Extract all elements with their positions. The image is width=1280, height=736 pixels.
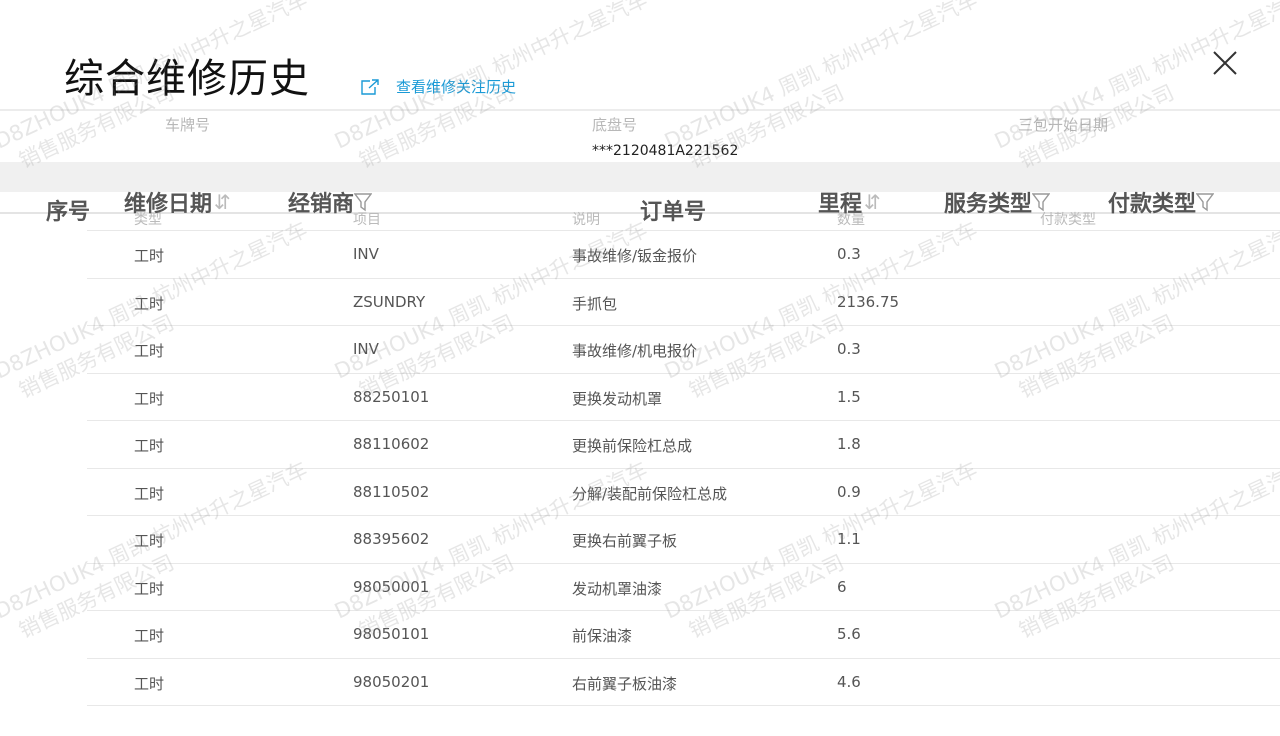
row-qty: 0.9 (837, 482, 861, 501)
view-follow-history-label[interactable]: 查看维修关注历史 (396, 76, 516, 97)
row-qty: 0.3 (837, 245, 861, 263)
watermark-text: D8ZHOUK4 周凯 杭州中升之星汽车 销售服务有限公司 (990, 0, 1280, 174)
table-row-partial (87, 705, 1280, 736)
row-qty: 1.1 (837, 530, 861, 548)
column-header-mileage[interactable]: 里程 ⇵ (818, 186, 881, 218)
repair-detail-table: 工时 INV 事故维修/钣金报价 0.3 工时 ZSUNDRY 手抓包 2136… (87, 230, 1280, 736)
column-header-order-number: 订单号 (640, 194, 706, 226)
table-row: 工时 98050001 发动机罩油漆 6 (87, 562, 1280, 611)
row-qty: 1.8 (837, 435, 861, 453)
row-type: 工时 (134, 674, 165, 693)
table-row: 工时 88110602 更换前保险杠总成 1.8 (87, 420, 1280, 468)
table-row: 工时 INV 事故维修/钣金报价 0.3 (87, 230, 1280, 278)
row-item: 88395602 (353, 530, 430, 548)
row-desc: 事故维修/钣金报价 (572, 247, 698, 265)
row-type: 工时 (134, 532, 165, 550)
row-desc: 发动机罩油漆 (572, 579, 663, 598)
column-header-service-type-label[interactable]: 服务类型 (944, 186, 1032, 218)
row-type: 工时 (134, 484, 165, 503)
column-header-repair-date-label[interactable]: 维修日期 (124, 186, 212, 218)
column-header-index: 序号 (46, 194, 90, 226)
row-desc: 更换右前翼子板 (572, 532, 678, 550)
row-desc: 手抓包 (572, 294, 618, 313)
row-item: INV (353, 245, 379, 263)
column-header-payment-type[interactable]: 付款类型 (1108, 186, 1215, 218)
row-type: 工时 (134, 389, 165, 408)
row-desc: 更换前保险杠总成 (572, 437, 693, 455)
row-qty: 4.6 (837, 672, 861, 691)
table-row: 工时 98050201 右前翼子板油漆 4.6 (87, 657, 1280, 706)
table-row: 工时 ZSUNDRY 手抓包 2136.75 (87, 277, 1280, 326)
row-qty: 6 (837, 577, 847, 596)
row-item: 98050001 (353, 577, 430, 596)
column-header-payment-type-label[interactable]: 付款类型 (1108, 186, 1196, 218)
row-type: 工时 (134, 437, 165, 455)
chassis-number-label: 底盘号 (592, 116, 638, 134)
table-row: 工时 98050101 前保油漆 5.6 (87, 610, 1280, 658)
chassis-number-value: ***2120481A221562 (592, 143, 739, 159)
plate-number-label: 车牌号 (165, 116, 211, 134)
table-row: 工时 88250101 更换发动机罩 1.5 (87, 372, 1280, 421)
row-desc: 更换发动机罩 (572, 389, 663, 408)
column-header-order-number-label: 订单号 (640, 200, 707, 225)
row-desc: 事故维修/机电报价 (572, 342, 698, 360)
sort-icon[interactable]: ⇵ (214, 190, 231, 214)
column-header-repair-date[interactable]: 维修日期 ⇵ (124, 186, 231, 218)
column-header-mileage-label[interactable]: 里程 (818, 186, 862, 218)
close-icon[interactable] (1210, 48, 1240, 78)
column-header-dealer-label[interactable]: 经销商 (288, 186, 354, 218)
row-desc: 右前翼子板油漆 (572, 674, 678, 693)
column-header-index-label: 序号 (46, 200, 91, 225)
row-desc: 分解/装配前保险杠总成 (572, 484, 728, 503)
row-item: 98050101 (353, 625, 430, 643)
row-type: 工时 (134, 294, 165, 313)
column-header-dealer[interactable]: 经销商 (288, 186, 373, 218)
sub-header-desc: 说明 (572, 212, 600, 228)
row-qty: 2136.75 (837, 292, 900, 311)
filter-icon[interactable] (1196, 192, 1215, 212)
page-title: 综合维修历史 (64, 56, 310, 102)
row-desc: 前保油漆 (572, 627, 633, 645)
sort-icon[interactable]: ⇵ (864, 190, 881, 214)
filter-icon[interactable] (354, 192, 373, 212)
table-row: 工时 INV 事故维修/机电报价 0.3 (87, 325, 1280, 373)
view-follow-history-link[interactable]: 查看维修关注历史 (360, 76, 516, 97)
row-qty: 0.3 (837, 340, 861, 358)
row-item: 98050201 (353, 672, 430, 691)
external-link-icon (361, 78, 379, 95)
row-type: 工时 (134, 247, 165, 265)
row-qty: 5.6 (837, 625, 861, 643)
row-type: 工时 (134, 342, 165, 360)
row-item: 88110602 (353, 435, 430, 453)
row-type: 工时 (134, 579, 165, 598)
info-divider (0, 109, 1280, 111)
row-item: ZSUNDRY (353, 292, 426, 311)
filter-icon[interactable] (1032, 192, 1051, 212)
table-row: 工时 88110502 分解/装配前保险杠总成 0.9 (87, 467, 1280, 516)
row-type: 工时 (134, 627, 165, 645)
table-row: 工时 88395602 更换右前翼子板 1.1 (87, 515, 1280, 563)
row-item: 88250101 (353, 387, 430, 406)
column-header-service-type[interactable]: 服务类型 (944, 186, 1051, 218)
row-item: 88110502 (353, 482, 430, 501)
row-item: INV (353, 340, 379, 358)
warranty-start-label: 三包开始日期 (1018, 116, 1109, 134)
row-qty: 1.5 (837, 387, 861, 406)
